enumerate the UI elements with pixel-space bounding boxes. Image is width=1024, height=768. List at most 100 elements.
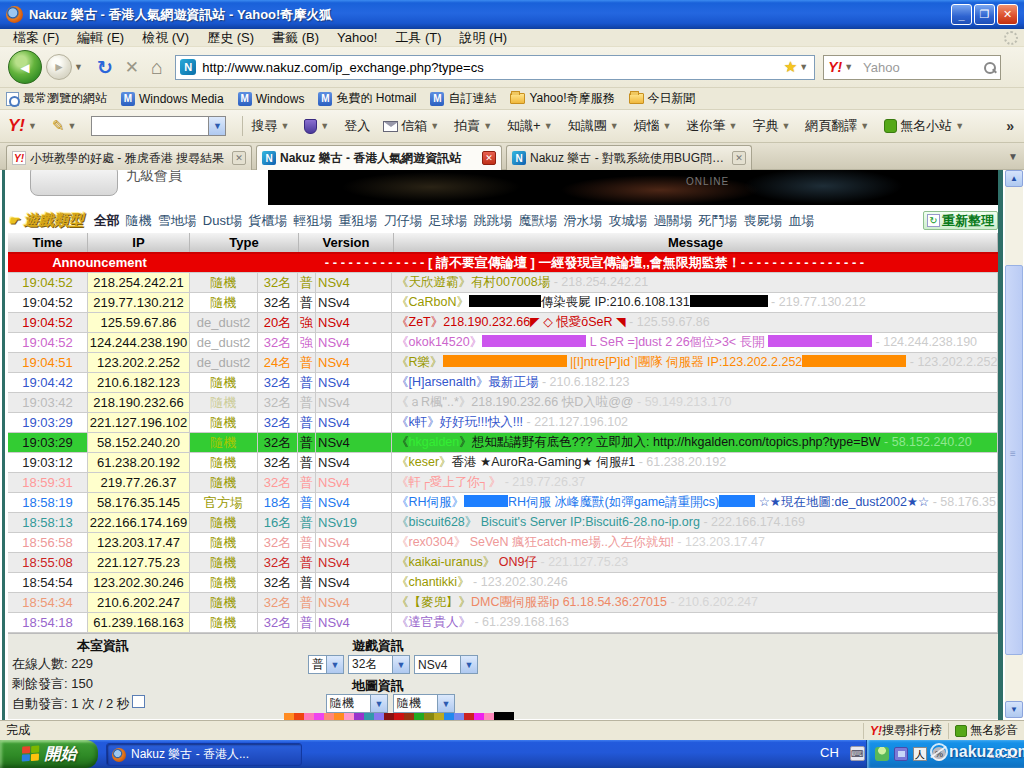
server-row[interactable]: 19:04:52218.254.242.21隨機32名普NSv4《天欣遊霸》有村… — [8, 273, 998, 293]
bookmark-star-icon[interactable]: ★ — [784, 58, 797, 76]
bookmark-item[interactable]: MWindows Media — [121, 92, 224, 106]
server-row[interactable]: 19:04:51123.202.2.252de_dust224名普NSv4《R樂… — [8, 353, 998, 373]
menu-item[interactable]: 編輯 (E) — [68, 29, 133, 47]
menu-item[interactable]: 說明 (H) — [451, 29, 517, 47]
forward-button[interactable]: ► — [46, 54, 72, 80]
category-link[interactable]: 貨櫃場 — [249, 212, 288, 230]
category-link[interactable]: 重狙場 — [339, 212, 378, 230]
palette-color-black[interactable] — [494, 712, 514, 720]
search-placeholder[interactable]: Yahoo — [863, 60, 983, 75]
home-button[interactable]: ⌂ — [151, 56, 163, 79]
vertical-scrollbar[interactable]: ▲ ▼ — [1005, 170, 1023, 718]
category-link[interactable]: 滑水場 — [564, 212, 603, 230]
palette-color[interactable] — [414, 713, 424, 720]
tab-close-button[interactable]: ✕ — [732, 151, 746, 165]
category-link[interactable]: 死鬥場 — [699, 212, 738, 230]
messenger-tray-icon[interactable] — [875, 747, 889, 761]
refresh-button[interactable]: ↻ — [97, 56, 113, 79]
category-link[interactable]: 輕狙場 — [294, 212, 333, 230]
category-link[interactable]: 雪地場 — [158, 212, 197, 230]
browser-tab[interactable]: NNakuz 樂古 - 香港人氣網遊資訊站✕ — [256, 145, 502, 170]
tab-list-dropdown[interactable]: ▼ — [1008, 151, 1018, 162]
palette-color[interactable] — [404, 713, 414, 720]
yahoo-toolbar-item[interactable]: 信箱▼ — [383, 117, 441, 135]
map1-select[interactable]: 隨機▼ — [326, 694, 388, 713]
version-select[interactable]: NSv4▼ — [414, 655, 478, 674]
yahoo-toolbar-item[interactable]: 迷你筆▼ — [686, 117, 739, 135]
palette-color[interactable] — [464, 713, 474, 720]
yahoo-toolbar-item[interactable]: 字典▼ — [752, 117, 792, 135]
server-row[interactable]: 18:58:13222.166.174.169隨機16名普NSv19《biscu… — [8, 513, 998, 533]
server-row[interactable]: 18:58:1958.176.35.145官方場18名普NSv4《RH伺服》RH… — [8, 493, 998, 513]
server-row[interactable]: 19:04:52219.77.130.212隨機32名普NSv4《CaRboN》… — [8, 293, 998, 313]
scroll-down-button[interactable]: ▼ — [1005, 701, 1023, 718]
language-indicator[interactable]: CH — [820, 745, 839, 760]
bookmark-item[interactable]: MWindows — [238, 92, 305, 106]
stop-button[interactable]: ✕ — [125, 57, 139, 78]
palette-color[interactable] — [484, 713, 494, 720]
wretch-panel[interactable]: 無名影音 — [948, 723, 1024, 739]
bookmark-item[interactable]: M自訂連結 — [430, 90, 496, 107]
palette-color[interactable] — [374, 713, 384, 720]
star-dropdown[interactable]: ▼ — [799, 62, 808, 72]
yahoo-toolbar-item[interactable]: 無名小站▼ — [884, 117, 966, 135]
capacity-select[interactable]: 32名▼ — [348, 655, 410, 674]
menu-item[interactable]: 書籤 (B) — [263, 29, 328, 47]
palette-color[interactable] — [294, 713, 304, 720]
pencil-icon[interactable]: ✎▼ — [52, 117, 79, 135]
menu-item[interactable]: 歷史 (S) — [198, 29, 263, 47]
color-palette[interactable] — [284, 713, 514, 720]
category-link[interactable]: 全部 — [94, 212, 120, 230]
server-row[interactable]: 18:54:54123.202.30.246隨機32名普NSv4《chantik… — [8, 573, 998, 593]
category-link[interactable]: 隨機 — [126, 212, 152, 230]
mode-select[interactable]: 普▼ — [308, 655, 344, 674]
member-button[interactable] — [30, 170, 118, 196]
palette-color[interactable] — [394, 713, 404, 720]
server-row[interactable]: 18:54:34210.6.202.247隨機32名普NSv4《【麥兜】》DMC… — [8, 593, 998, 613]
palette-color[interactable] — [314, 713, 324, 720]
menu-item[interactable]: Yahoo! — [328, 30, 386, 45]
toolbar-overflow-chevron[interactable]: » — [1006, 118, 1014, 134]
tab-close-button[interactable]: ✕ — [232, 151, 246, 165]
network-tray-icon[interactable] — [894, 747, 908, 761]
yahoo-toolbar-item[interactable]: ▼ — [304, 119, 331, 134]
category-link[interactable]: 跳跳場 — [474, 212, 513, 230]
refresh-list-button[interactable]: ↻ 重新整理 — [923, 211, 998, 230]
taskbar-task-button[interactable]: Nakuz 樂古 - 香港人... — [106, 743, 302, 766]
search-icon[interactable] — [983, 61, 996, 74]
forward-dropdown[interactable]: ▼ — [74, 62, 83, 72]
server-row[interactable]: 19:03:2958.152.240.20隨機32名普NSv4《hkgalden… — [8, 433, 998, 453]
palette-color[interactable] — [474, 713, 484, 720]
yahoo-search-box[interactable]: Y! ▼ Yahoo — [823, 55, 1001, 80]
palette-color[interactable] — [434, 713, 444, 720]
back-button[interactable]: ◄ — [8, 50, 42, 84]
server-row[interactable]: 18:56:58123.203.17.47隨機32名普NSv4《rex0304》… — [8, 533, 998, 553]
map2-select[interactable]: 隨機▼ — [393, 694, 455, 713]
minimize-button[interactable]: _ — [951, 4, 972, 25]
server-row[interactable]: 18:55:08221.127.75.23隨機32名普NSv4《kaikai-u… — [8, 553, 998, 573]
yahoo-toolbar-item[interactable]: 搜尋▼ — [251, 117, 291, 135]
palette-color[interactable] — [364, 713, 374, 720]
cs-tray-icon[interactable]: 人 — [913, 747, 927, 761]
search-history-dropdown[interactable]: ▼ — [208, 117, 225, 135]
bookmark-item[interactable]: Yahoo!奇摩服務 — [510, 90, 614, 107]
yahoo-toolbar-item[interactable]: 知識團▼ — [568, 117, 621, 135]
tab-close-button[interactable]: ✕ — [482, 151, 496, 165]
menu-item[interactable]: 工具 (T) — [386, 29, 450, 47]
category-link[interactable]: Dust場 — [203, 212, 243, 230]
category-link[interactable]: 喪屍場 — [744, 212, 783, 230]
palette-color[interactable] — [424, 713, 434, 720]
palette-color[interactable] — [304, 713, 314, 720]
server-row[interactable]: 19:04:42210.6.182.123隨機32名普NSv4《[H]arsen… — [8, 373, 998, 393]
yahoo-rank-panel[interactable]: Y!搜尋排行榜 — [863, 723, 948, 739]
yahoo-toolbar-item[interactable]: 登入 — [344, 117, 370, 135]
url-text[interactable]: http://www.nakuz.com/ip_exchange.php?typ… — [202, 60, 784, 75]
palette-color[interactable] — [284, 713, 294, 720]
category-link[interactable]: 過關場 — [654, 212, 693, 230]
menu-item[interactable]: 檢視 (V) — [133, 29, 198, 47]
server-row[interactable]: 19:03:1261.238.20.192隨機32名普NSv4《keser》香港… — [8, 453, 998, 473]
bookmark-item[interactable]: 今日新聞 — [629, 90, 696, 107]
category-link[interactable]: 攻城場 — [609, 212, 648, 230]
server-row[interactable]: 18:54:1861.239.168.163隨機32名普NSv4《達官貴人》 -… — [8, 613, 998, 633]
bookmark-item[interactable]: 最常瀏覽的網站 — [6, 90, 107, 107]
